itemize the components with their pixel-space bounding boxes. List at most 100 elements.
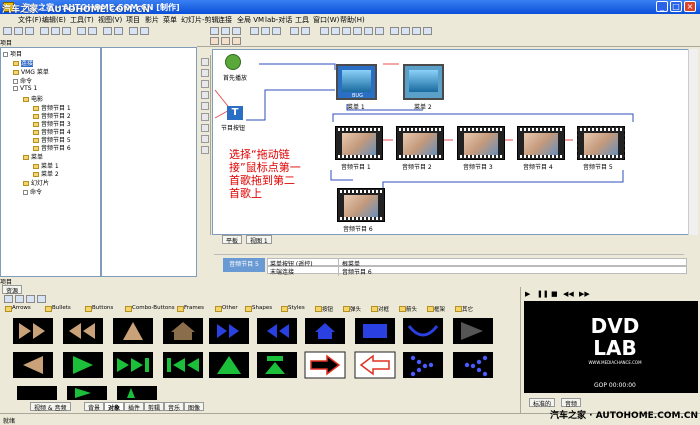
tab-plugins[interactable]: 插件 [124,402,145,412]
cat-buttons[interactable]: Buttons [84,305,113,313]
shadow-icon[interactable] [342,27,351,35]
asset-open-icon[interactable] [15,295,24,303]
link-tool-icon[interactable] [201,69,209,77]
link-tool-icon[interactable] [114,27,123,35]
tab-resources[interactable]: 资源 [2,285,23,295]
collapse-icon[interactable] [3,52,8,57]
pointer-tool-icon[interactable] [201,58,209,66]
tab-video-audio[interactable]: 视频 & 音频 [30,402,71,412]
title-button-node-icon[interactable]: T [227,106,243,120]
cat-bullet-cn[interactable]: 弹头 [342,305,361,313]
film-node-1[interactable] [335,126,383,160]
zoom-out-icon[interactable] [221,27,230,35]
first-play-node-icon[interactable] [225,54,241,70]
preview-icon[interactable] [364,27,373,35]
tab-flat[interactable]: 平板 [222,235,243,245]
redo-icon[interactable] [88,27,97,35]
menu-global[interactable]: 全局 VM [237,15,264,25]
tab-clips[interactable]: 剪辑 [144,402,165,412]
select-tool-icon[interactable] [103,27,112,35]
cat-other[interactable]: Other [214,305,238,313]
color-icon[interactable] [320,27,329,35]
hand-tool-icon[interactable] [201,80,209,88]
tree-node-vmg-menu[interactable]: VMG 菜单 [13,67,49,76]
menu-tools[interactable]: 工具(T) [70,15,94,25]
menu-file[interactable]: 文件(F) [18,15,42,25]
snap-icon[interactable] [232,37,241,45]
tab-standard[interactable]: 标准的 [529,398,556,408]
text-icon[interactable] [423,27,432,35]
menu-edit[interactable]: 编辑(E) [42,15,66,25]
font-icon[interactable] [331,27,340,35]
stop-icon[interactable]: ■ [551,290,558,298]
new-icon[interactable] [3,27,12,35]
tab-objects[interactable]: 对象 [104,402,125,412]
tab-audio[interactable]: 音频 [561,398,582,408]
undo-icon[interactable] [77,27,86,35]
film-icon[interactable] [390,27,399,35]
menu-node-1[interactable]: BUG [336,64,377,100]
zoom-tool-icon[interactable] [201,91,209,99]
next-icon[interactable]: ▶▶ [579,290,590,298]
image-tool-icon[interactable] [201,146,209,154]
film-node-6[interactable] [337,188,385,222]
menu-window[interactable]: 窗口(W) [313,15,339,25]
menu-project[interactable]: 项目 [126,15,140,25]
align-right-icon[interactable] [272,27,281,35]
open-icon[interactable] [14,27,23,35]
tab-backgrounds[interactable]: 背景 [84,402,105,412]
image-icon[interactable] [412,27,421,35]
tree-node-slideshow[interactable]: 幻灯片 [23,178,49,187]
cat-styles[interactable]: Styles [280,305,305,313]
outline-icon[interactable] [353,27,362,35]
tree-node-menu2[interactable]: 菜单 2 [33,169,59,178]
tree-node-project[interactable]: 项目 [3,49,22,58]
menu-node-2[interactable] [403,64,444,100]
save-icon[interactable] [25,27,34,35]
tree-node-menus[interactable]: 菜单 [23,152,43,161]
asset-new-icon[interactable] [4,295,13,303]
expand-icon[interactable] [13,79,18,84]
copy-icon[interactable] [51,27,60,35]
minimize-button[interactable]: _ [656,1,668,12]
mid-panel[interactable] [101,47,197,277]
menu-tools2[interactable]: 工具 [295,15,309,25]
menu-movie[interactable]: 影片 [145,15,159,25]
asset-delete-icon[interactable] [26,295,35,303]
property-row[interactable]: 末端连接 音频节目 6 [267,266,687,276]
film-node-4[interactable] [517,126,565,160]
send-back-icon[interactable] [301,27,310,35]
property-row[interactable]: 菜单按钮 (遥控) 根菜单 [267,258,687,268]
play-icon[interactable]: ▶ [525,290,530,298]
film-node-3[interactable] [457,126,505,160]
button-tool-icon[interactable] [201,135,209,143]
layout-icon[interactable] [221,37,230,45]
tree-node-vts1[interactable]: VTS 1 [13,85,37,92]
tab-view1[interactable]: 视图 1 [246,235,272,245]
menu-lab[interactable]: lab-对话 [265,15,292,25]
music-icon[interactable] [401,27,410,35]
menu-help[interactable]: 帮助(H) [340,15,365,25]
align-center-icon[interactable] [261,27,270,35]
cat-dialog-cn[interactable]: 对框 [370,305,389,313]
prev-icon[interactable]: ◀◀ [563,290,574,298]
cat-bullets[interactable]: Bullets [44,305,71,313]
zoom-icon[interactable] [129,27,138,35]
grid-icon[interactable] [140,27,149,35]
cut-icon[interactable] [40,27,49,35]
pause-icon[interactable]: ❚❚ [537,290,549,298]
tree-node-vts-commands[interactable]: 命令 [23,187,42,196]
menu-menu[interactable]: 菜单 [163,15,177,25]
line-tool-icon[interactable] [201,124,209,132]
menu-view[interactable]: 视图(V) [98,15,122,25]
film-node-5[interactable] [577,126,625,160]
project-tree[interactable]: 项目 连接 VMG 菜单 命令 VTS 1 电影 音频节目 1 音频节目 2 音… [0,47,101,277]
shape-tool-icon[interactable] [201,113,209,121]
layer-icon[interactable] [210,37,219,45]
cat-arrows[interactable]: Arrows [4,305,31,313]
asset-refresh-icon[interactable] [37,295,46,303]
render-icon[interactable] [375,27,384,35]
expand-icon[interactable] [23,190,28,195]
tree-node-commands[interactable]: 命令 [13,76,32,85]
menu-slideshow[interactable]: 幻灯片-剪辑 [181,15,219,25]
